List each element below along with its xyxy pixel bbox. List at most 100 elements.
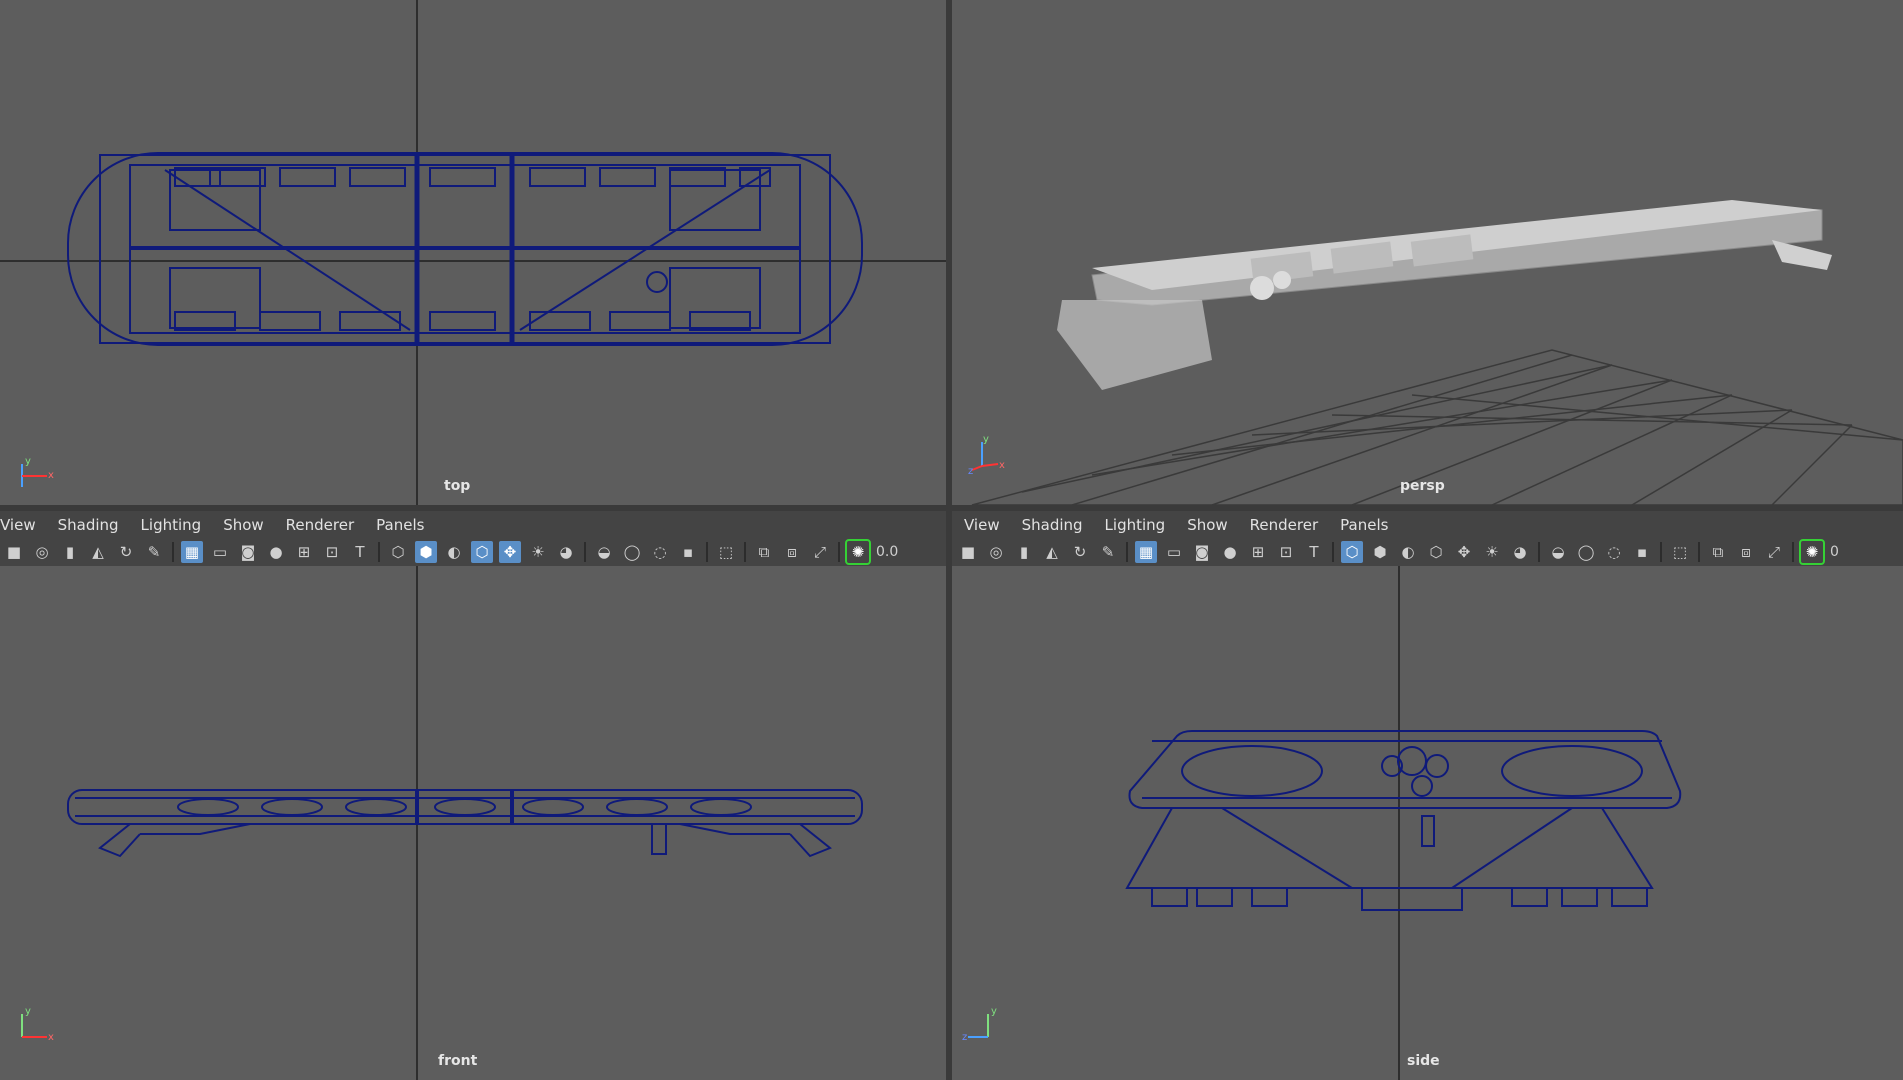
menu-view[interactable]: View	[964, 516, 1000, 534]
xray-icon[interactable]: ✥	[1453, 541, 1475, 563]
exposure-icon[interactable]: ✺	[845, 539, 871, 565]
bookmark-icon[interactable]: ▮	[59, 541, 81, 563]
motion-blur-icon[interactable]: ◯	[1575, 541, 1597, 563]
menu-lighting[interactable]: Lighting	[141, 516, 202, 534]
svg-text:x: x	[48, 470, 54, 481]
menu-shading[interactable]: Shading	[1022, 516, 1083, 534]
anti-alias-icon[interactable]: ◌	[1603, 541, 1625, 563]
shadows-icon[interactable]: ◕	[1509, 541, 1531, 563]
smooth-shade-icon[interactable]: ⬢	[415, 541, 437, 563]
viewport-top[interactable]: y x top	[0, 0, 946, 505]
xray-active-icon[interactable]: ⧈	[781, 541, 803, 563]
menu-view[interactable]: View	[0, 516, 36, 534]
axis-gizmo-top: y x	[21, 456, 54, 487]
xray-active-icon[interactable]: ⧈	[1735, 541, 1757, 563]
menu-show[interactable]: Show	[1187, 516, 1227, 534]
toolbar-separator	[1538, 542, 1540, 562]
xray-joints-icon[interactable]: ⧉	[1707, 541, 1729, 563]
grease-pencil-icon[interactable]: ✎	[1097, 541, 1119, 563]
svg-text:y: y	[25, 456, 31, 467]
camera-label-side: side	[1407, 1053, 1440, 1069]
depth-of-field-icon[interactable]: ▪	[677, 541, 699, 563]
field-chart-icon[interactable]: ⊞	[1247, 541, 1269, 563]
menu-panels[interactable]: Panels	[1340, 516, 1388, 534]
safe-title-icon[interactable]: T	[349, 541, 371, 563]
motion-blur-icon[interactable]: ◯	[621, 541, 643, 563]
wireframe-on-shaded-icon[interactable]: ⬡	[471, 541, 493, 563]
menu-renderer[interactable]: Renderer	[286, 516, 354, 534]
default-material-icon[interactable]: ◐	[1397, 541, 1419, 563]
safe-action-icon[interactable]: ⊡	[321, 541, 343, 563]
resolution-gate-icon[interactable]: ◙	[237, 541, 259, 563]
frame-all-icon[interactable]: ⤢	[1763, 541, 1785, 563]
film-gate-icon[interactable]: ▭	[1163, 541, 1185, 563]
camera-icon[interactable]: ■	[3, 541, 25, 563]
isolate-select-icon[interactable]: ⬚	[715, 541, 737, 563]
resolution-gate-icon[interactable]: ◙	[1191, 541, 1213, 563]
viewport-side[interactable]: y z side	[952, 566, 1903, 1080]
menu-lighting[interactable]: Lighting	[1105, 516, 1166, 534]
image-plane-icon[interactable]: ◭	[87, 541, 109, 563]
lightbar-wireframe-top	[67, 152, 863, 346]
menubar-front: View Shading Lighting Show Renderer Pane…	[0, 512, 946, 538]
camera-icon[interactable]: ■	[957, 541, 979, 563]
xray-joints-icon[interactable]: ⧉	[753, 541, 775, 563]
toolbar-front: ■ ◎ ▮ ◭ ↻ ✎ ▦ ▭ ◙ ● ⊞ ⊡ T ⬡ ⬢ ◐ ⬡ ✥ ☀ ◕ …	[0, 538, 946, 566]
menu-renderer[interactable]: Renderer	[1250, 516, 1318, 534]
isolate-select-icon[interactable]: ⬚	[1669, 541, 1691, 563]
wireframe-icon[interactable]: ⬡	[387, 541, 409, 563]
image-plane-icon[interactable]: ◭	[1041, 541, 1063, 563]
gate-mask-icon[interactable]: ●	[1219, 541, 1241, 563]
viewport-splitter-vertical[interactable]	[946, 0, 952, 1080]
grid-icon[interactable]: ▦	[181, 541, 203, 563]
lights-icon[interactable]: ☀	[1481, 541, 1503, 563]
camera-label-front: front	[438, 1053, 478, 1069]
smooth-shade-icon[interactable]: ⬢	[1369, 541, 1391, 563]
tumble-icon[interactable]: ↻	[1069, 541, 1091, 563]
toolbar-separator	[172, 542, 174, 562]
safe-title-icon[interactable]: T	[1303, 541, 1325, 563]
ambient-occlusion-icon[interactable]: ◒	[1547, 541, 1569, 563]
shadows-icon[interactable]: ◕	[555, 541, 577, 563]
camera-attr-icon[interactable]: ◎	[985, 541, 1007, 563]
toolbar-side: ■ ◎ ▮ ◭ ↻ ✎ ▦ ▭ ◙ ● ⊞ ⊡ T ⬡ ⬢ ◐ ⬡ ✥ ☀ ◕ …	[954, 538, 1903, 566]
exposure-value[interactable]: 0.0	[876, 544, 898, 560]
frame-all-icon[interactable]: ⤢	[809, 541, 831, 563]
anti-alias-icon[interactable]: ◌	[649, 541, 671, 563]
toolbar-separator	[744, 542, 746, 562]
ambient-occlusion-icon[interactable]: ◒	[593, 541, 615, 563]
exposure-value[interactable]: 0	[1830, 544, 1839, 560]
front-view-scene	[67, 566, 863, 1080]
toolbar-separator	[378, 542, 380, 562]
menu-shading[interactable]: Shading	[58, 516, 119, 534]
grease-pencil-icon[interactable]: ✎	[143, 541, 165, 563]
tumble-icon[interactable]: ↻	[115, 541, 137, 563]
exposure-icon[interactable]: ✺	[1799, 539, 1825, 565]
toolbar-separator	[1332, 542, 1334, 562]
menubar-side: View Shading Lighting Show Renderer Pane…	[964, 512, 1903, 538]
viewport-front[interactable]: y x front	[0, 566, 946, 1080]
svg-text:z: z	[962, 1032, 967, 1043]
menu-show[interactable]: Show	[223, 516, 263, 534]
default-material-icon[interactable]: ◐	[443, 541, 465, 563]
wireframe-icon[interactable]: ⬡	[1341, 541, 1363, 563]
grid-icon[interactable]: ▦	[1135, 541, 1157, 563]
depth-of-field-icon[interactable]: ▪	[1631, 541, 1653, 563]
field-chart-icon[interactable]: ⊞	[293, 541, 315, 563]
safe-action-icon[interactable]: ⊡	[1275, 541, 1297, 563]
viewport-persp[interactable]: y z x persp	[952, 0, 1903, 505]
side-view-scene	[1125, 566, 1682, 1080]
camera-attr-icon[interactable]: ◎	[31, 541, 53, 563]
xray-icon[interactable]: ✥	[499, 541, 521, 563]
wireframe-on-shaded-icon[interactable]: ⬡	[1425, 541, 1447, 563]
bookmark-icon[interactable]: ▮	[1013, 541, 1035, 563]
svg-text:x: x	[48, 1032, 54, 1043]
viewport-splitter-horizontal[interactable]	[0, 505, 1903, 511]
film-gate-icon[interactable]: ▭	[209, 541, 231, 563]
toolbar-separator	[706, 542, 708, 562]
gate-mask-icon[interactable]: ●	[265, 541, 287, 563]
lights-icon[interactable]: ☀	[527, 541, 549, 563]
axis-gizmo-front: y x	[21, 1006, 54, 1043]
menu-panels[interactable]: Panels	[376, 516, 424, 534]
toolbar-separator	[1660, 542, 1662, 562]
